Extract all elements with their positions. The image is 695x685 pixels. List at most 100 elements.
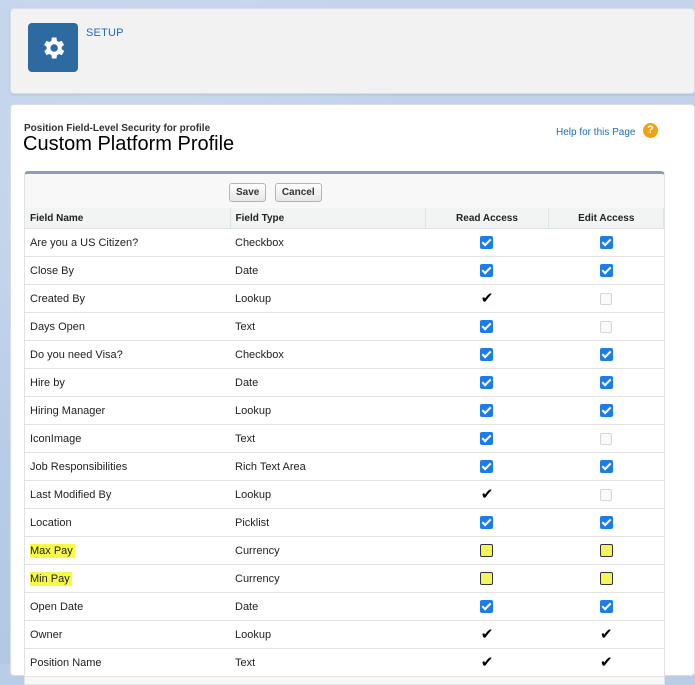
read-access-cell: [425, 312, 549, 341]
field-name: Do you need Visa?: [30, 348, 123, 361]
table-row: Hire by Date: [25, 368, 664, 397]
field-type: Date: [230, 592, 425, 621]
read-access-cell: [425, 396, 549, 425]
field-name: Owner: [30, 628, 63, 641]
field-name-cell: Position Name: [25, 648, 230, 677]
edit-access-checkbox[interactable]: [599, 404, 613, 417]
field-name: Created By: [30, 292, 86, 305]
edit-access-cell: ✔: [548, 648, 664, 677]
fls-block: Save Cancel Field Name Field Type Read A…: [24, 171, 665, 685]
table-row: Hiring Manager Lookup: [25, 396, 664, 425]
read-access-cell: [425, 508, 549, 537]
field-name-cell: Max Pay: [25, 536, 230, 565]
edit-access-cell: [548, 508, 664, 537]
edit-access-cell: [548, 564, 664, 593]
table-row: Close By Date: [25, 256, 664, 285]
field-type: Checkbox: [230, 340, 425, 369]
read-access-checkbox[interactable]: [480, 376, 494, 389]
field-type: Checkbox: [230, 228, 425, 257]
setup-label[interactable]: SETUP: [86, 27, 124, 39]
edit-access-checkbox[interactable]: [599, 236, 613, 249]
field-name: Days Open: [30, 320, 86, 333]
edit-access-check-icon: ✔: [599, 653, 613, 671]
edit-access-checkbox: [600, 320, 613, 333]
read-access-check-icon: ✔: [480, 485, 494, 503]
read-access-checkbox[interactable]: [480, 404, 494, 417]
help-icon[interactable]: ?: [643, 123, 658, 138]
edit-access-check-icon: ✔: [599, 625, 613, 643]
edit-access-checkbox[interactable]: [599, 376, 613, 389]
edit-access-cell: [548, 452, 664, 481]
field-type: Date: [230, 368, 425, 397]
read-access-check-icon: ✔: [480, 625, 494, 643]
edit-access-cell: [548, 396, 664, 425]
save-button[interactable]: Save: [229, 183, 267, 202]
table-row: Min Pay Currency: [25, 564, 664, 593]
field-name: Hire by: [30, 376, 65, 389]
field-name-cell: Days Open: [25, 312, 230, 341]
edit-access-cell: [548, 228, 664, 257]
edit-access-cell: [548, 368, 664, 397]
read-access-checkbox[interactable]: [480, 544, 494, 557]
edit-access-cell: [548, 592, 664, 621]
read-access-checkbox[interactable]: [480, 460, 494, 473]
field-name-cell: Location: [25, 508, 230, 537]
read-access-checkbox[interactable]: [480, 600, 494, 613]
field-type: Rich Text Area: [230, 452, 425, 481]
field-name-cell: IconImage: [25, 424, 230, 453]
edit-access-checkbox[interactable]: [599, 264, 613, 277]
field-name: Close By: [30, 264, 75, 277]
read-access-check-icon: ✔: [480, 653, 494, 671]
cancel-button[interactable]: Cancel: [274, 183, 322, 202]
read-access-cell: ✔: [425, 648, 549, 677]
field-name: Job Responsibilities: [30, 460, 128, 473]
read-access-checkbox[interactable]: [480, 572, 494, 585]
table-row: Are you a US Citizen? Checkbox: [25, 228, 664, 257]
edit-access-cell: [548, 536, 664, 565]
field-name-cell: Hire by: [25, 368, 230, 397]
read-access-checkbox[interactable]: [480, 264, 494, 277]
field-type: Picklist: [230, 508, 425, 537]
read-access-cell: [425, 592, 549, 621]
edit-access-checkbox[interactable]: [599, 544, 613, 557]
read-access-checkbox[interactable]: [480, 236, 494, 249]
table-row: Position Name Text ✔ ✔: [25, 648, 664, 677]
field-name-cell: Open Date: [25, 592, 230, 621]
table-row: Days Open Text: [25, 312, 664, 341]
field-name-cell: Created By: [25, 284, 230, 313]
setup-header: SETUP: [10, 8, 695, 94]
setup-tile[interactable]: [28, 23, 78, 72]
field-name-cell: Hiring Manager: [25, 396, 230, 425]
field-name-cell: Job Responsibilities: [25, 452, 230, 481]
read-access-checkbox[interactable]: [480, 348, 494, 361]
read-access-cell: [425, 228, 549, 257]
edit-access-cell: [548, 256, 664, 285]
edit-access-checkbox[interactable]: [599, 572, 613, 585]
column-header-field-name: Field Name: [25, 208, 231, 229]
field-type: Lookup: [230, 284, 425, 313]
field-type: Text: [230, 312, 425, 341]
field-type: Lookup: [230, 480, 425, 509]
edit-access-checkbox[interactable]: [599, 348, 613, 361]
table-row: Open Date Date: [25, 592, 664, 621]
help-link[interactable]: Help for this Page: [556, 127, 636, 138]
read-access-cell: [425, 536, 549, 565]
read-access-checkbox[interactable]: [480, 516, 494, 529]
field-name: Min Pay: [30, 571, 72, 586]
edit-access-checkbox[interactable]: [599, 516, 613, 529]
edit-access-checkbox[interactable]: [599, 600, 613, 613]
field-name: Hiring Manager: [30, 404, 106, 417]
field-security-table: Field Name Field Type Read Access Edit A…: [25, 208, 664, 677]
column-header-edit-access: Edit Access: [548, 208, 664, 229]
table-row: Do you need Visa? Checkbox: [25, 340, 664, 369]
read-access-checkbox[interactable]: [480, 432, 494, 445]
edit-access-checkbox[interactable]: [599, 460, 613, 473]
edit-access-cell: [548, 284, 664, 313]
edit-access-checkbox: [600, 432, 613, 445]
field-name-cell: Last Modified By: [25, 480, 230, 509]
field-name: Max Pay: [30, 543, 75, 558]
read-access-checkbox[interactable]: [480, 320, 494, 333]
read-access-cell: [425, 368, 549, 397]
button-row: Save Cancel: [229, 182, 326, 202]
edit-access-cell: [548, 340, 664, 369]
